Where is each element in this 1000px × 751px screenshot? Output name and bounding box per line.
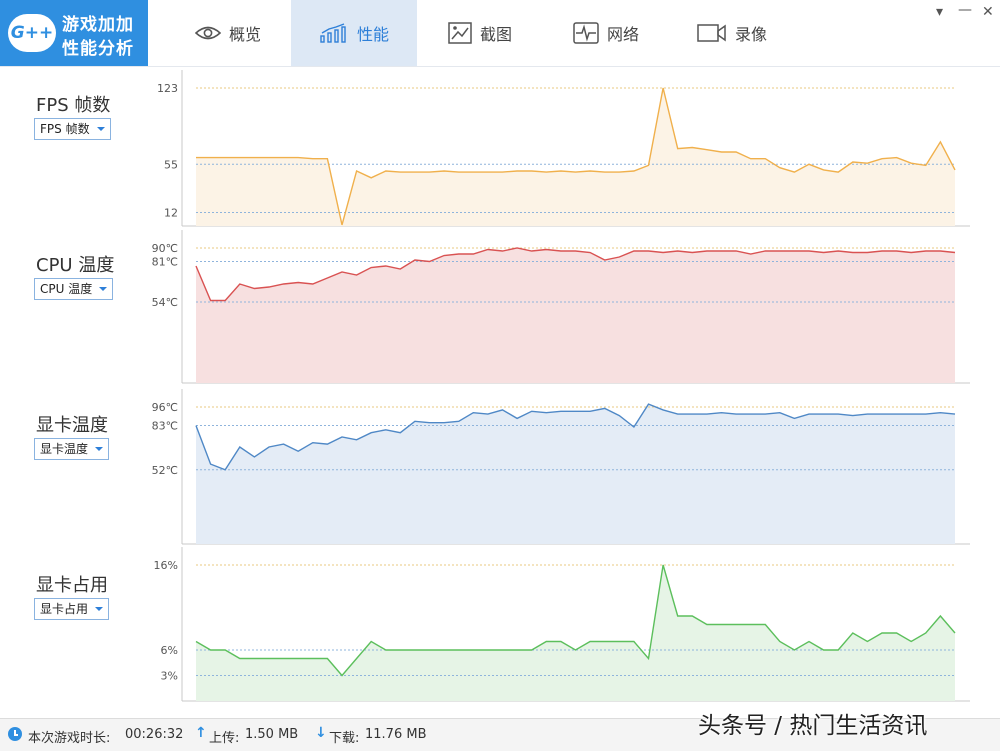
chevron-down-icon (95, 607, 104, 611)
fps-area (196, 88, 955, 226)
gpu-temp-selector-value: 显卡温度 (40, 442, 89, 456)
gpu-temp-title: 显卡温度 (36, 415, 108, 436)
upload-arrow-icon: ↑ (195, 725, 207, 741)
gpu-usage-tick-label: 16% (154, 559, 178, 572)
cpu-temp-tick-label: 90℃ (152, 242, 178, 255)
fps-title: FPS 帧数 (36, 95, 111, 116)
cpu-temp-title: CPU 温度 (36, 255, 115, 276)
clock-icon (8, 727, 22, 741)
upload-label: 上传: (209, 731, 240, 746)
gpu-usage-selector-value: 显卡占用 (40, 602, 89, 616)
cpu-temp-selector-value: CPU 温度 (40, 282, 93, 296)
gpu-usage-area (196, 565, 955, 701)
cpu-temp-selector[interactable]: CPU 温度 (34, 278, 114, 300)
fps-tick-label: 55 (164, 158, 178, 171)
performance-charts: 123 55 12 90℃81℃ 54℃ 96℃ 83℃ 52℃ 16% 6% 3% (152, 70, 970, 702)
cpu-temp-tick-label: 54℃ (152, 296, 178, 309)
gpu-temp-tick-label: 96℃ (152, 401, 178, 414)
chevron-down-icon (95, 447, 104, 451)
gpu-temp-tick-label: 52℃ (152, 464, 178, 477)
gpu-usage-title: 显卡占用 (36, 575, 108, 596)
fps-tick-label: 12 (164, 207, 178, 220)
upload-value: 1.50 MB (245, 727, 299, 742)
gpu-temp-selector[interactable]: 显卡温度 (34, 438, 110, 460)
chevron-down-icon (99, 287, 108, 291)
session-duration-value: 00:26:32 (125, 727, 184, 742)
fps-selector-value: FPS 帧数 (40, 122, 90, 136)
cpu-temp-tick-label: 81℃ (152, 256, 178, 269)
gpu-usage-selector[interactable]: 显卡占用 (34, 598, 110, 620)
chevron-down-icon (96, 127, 105, 131)
download-value: 11.76 MB (365, 727, 427, 742)
fps-selector[interactable]: FPS 帧数 (34, 118, 111, 140)
session-duration-label: 本次游戏时长: (28, 731, 111, 746)
download-label: 下载: (329, 731, 360, 746)
fps-tick-label: 123 (157, 82, 178, 95)
watermark-text: 头条号 / 热门生活资讯 (698, 713, 928, 739)
gpu-temp-tick-label: 83℃ (152, 420, 178, 433)
gpu-usage-tick-label: 6% (161, 644, 178, 657)
gpu-usage-tick-label: 3% (161, 670, 178, 683)
download-arrow-icon: ↓ (315, 725, 327, 741)
cpu-temp-area (196, 248, 955, 383)
